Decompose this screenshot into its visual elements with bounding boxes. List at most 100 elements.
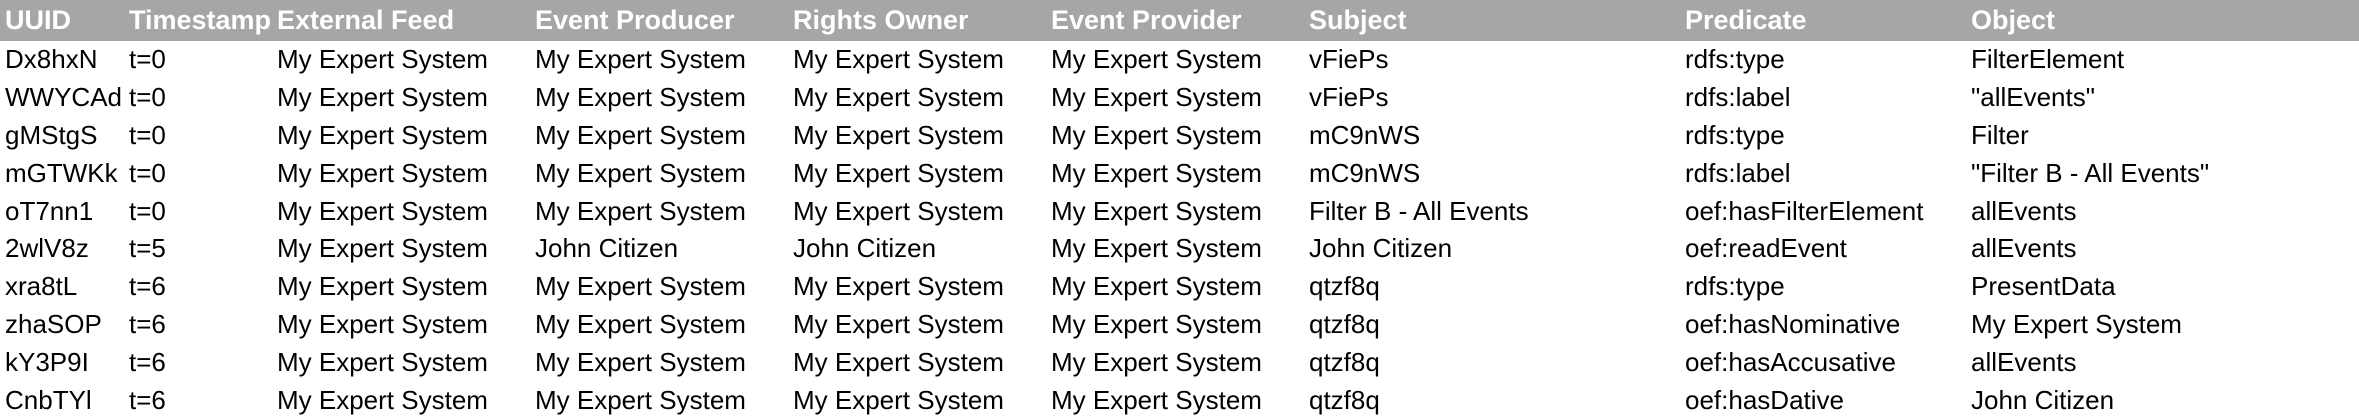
cell-timestamp[interactable]: t=6 xyxy=(124,381,272,419)
cell-object[interactable]: My Expert System xyxy=(1966,306,2359,344)
cell-predicate[interactable]: rdfs:type xyxy=(1680,268,1966,306)
cell-event-producer[interactable]: My Expert System xyxy=(530,306,788,344)
cell-timestamp[interactable]: t=6 xyxy=(124,268,272,306)
cell-uuid[interactable]: oT7nn1 xyxy=(0,192,124,230)
header-event-producer[interactable]: Event Producer xyxy=(530,0,788,41)
header-subject[interactable]: Subject xyxy=(1304,0,1680,41)
header-timestamp[interactable]: Timestamp xyxy=(124,0,272,41)
cell-predicate[interactable]: rdfs:type xyxy=(1680,41,1966,79)
table-row: 2wlV8z t=5 My Expert System John Citizen Joh… xyxy=(0,230,2359,268)
cell-subject[interactable]: qtzf8q xyxy=(1304,306,1680,344)
cell-event-producer[interactable]: John Citizen xyxy=(530,230,788,268)
cell-object[interactable]: Filter xyxy=(1966,117,2359,155)
header-rights-owner[interactable]: Rights Owner xyxy=(788,0,1046,41)
cell-event-producer[interactable]: My Expert System xyxy=(530,41,788,79)
header-external-feed[interactable]: External Feed xyxy=(272,0,530,41)
cell-event-provider[interactable]: My Expert System xyxy=(1046,41,1304,79)
cell-rights-owner[interactable]: My Expert System xyxy=(788,306,1046,344)
cell-object[interactable]: John Citizen xyxy=(1966,381,2359,419)
cell-event-provider[interactable]: My Expert System xyxy=(1046,306,1304,344)
header-event-provider[interactable]: Event Provider xyxy=(1046,0,1304,41)
cell-event-producer[interactable]: My Expert System xyxy=(530,268,788,306)
cell-uuid[interactable]: kY3P9I xyxy=(0,343,124,381)
cell-event-provider[interactable]: My Expert System xyxy=(1046,79,1304,117)
cell-object[interactable]: "Filter B - All Events" xyxy=(1966,154,2359,192)
cell-event-producer[interactable]: My Expert System xyxy=(530,154,788,192)
cell-external-feed[interactable]: My Expert System xyxy=(272,306,530,344)
cell-event-provider[interactable]: My Expert System xyxy=(1046,381,1304,419)
cell-external-feed[interactable]: My Expert System xyxy=(272,268,530,306)
cell-subject[interactable]: vFiePs xyxy=(1304,79,1680,117)
cell-uuid[interactable]: CnbTYl xyxy=(0,381,124,419)
cell-uuid[interactable]: mGTWKk xyxy=(0,154,124,192)
cell-event-producer[interactable]: My Expert System xyxy=(530,117,788,155)
cell-event-provider[interactable]: My Expert System xyxy=(1046,230,1304,268)
cell-timestamp[interactable]: t=6 xyxy=(124,343,272,381)
cell-object[interactable]: allEvents xyxy=(1966,192,2359,230)
cell-external-feed[interactable]: My Expert System xyxy=(272,343,530,381)
cell-timestamp[interactable]: t=5 xyxy=(124,230,272,268)
cell-predicate[interactable]: rdfs:label xyxy=(1680,79,1966,117)
cell-object[interactable]: "allEvents" xyxy=(1966,79,2359,117)
cell-subject[interactable]: qtzf8q xyxy=(1304,381,1680,419)
cell-timestamp[interactable]: t=6 xyxy=(124,306,272,344)
cell-rights-owner[interactable]: My Expert System xyxy=(788,41,1046,79)
cell-predicate[interactable]: rdfs:label xyxy=(1680,154,1966,192)
cell-rights-owner[interactable]: My Expert System xyxy=(788,268,1046,306)
cell-subject[interactable]: vFiePs xyxy=(1304,41,1680,79)
header-uuid[interactable]: UUID xyxy=(0,0,124,41)
cell-uuid[interactable]: 2wlV8z xyxy=(0,230,124,268)
cell-event-provider[interactable]: My Expert System xyxy=(1046,117,1304,155)
cell-rights-owner[interactable]: John Citizen xyxy=(788,230,1046,268)
cell-timestamp[interactable]: t=0 xyxy=(124,41,272,79)
cell-event-provider[interactable]: My Expert System xyxy=(1046,343,1304,381)
cell-subject[interactable]: qtzf8q xyxy=(1304,343,1680,381)
cell-predicate[interactable]: rdfs:type xyxy=(1680,117,1966,155)
cell-event-provider[interactable]: My Expert System xyxy=(1046,268,1304,306)
cell-event-provider[interactable]: My Expert System xyxy=(1046,192,1304,230)
cell-rights-owner[interactable]: My Expert System xyxy=(788,117,1046,155)
cell-external-feed[interactable]: My Expert System xyxy=(272,192,530,230)
header-predicate[interactable]: Predicate xyxy=(1680,0,1966,41)
cell-event-producer[interactable]: My Expert System xyxy=(530,381,788,419)
cell-object[interactable]: FilterElement xyxy=(1966,41,2359,79)
cell-uuid[interactable]: Dx8hxN xyxy=(0,41,124,79)
cell-event-producer[interactable]: My Expert System xyxy=(530,79,788,117)
cell-object[interactable]: allEvents xyxy=(1966,343,2359,381)
cell-external-feed[interactable]: My Expert System xyxy=(272,117,530,155)
cell-subject[interactable]: mC9nWS xyxy=(1304,154,1680,192)
cell-predicate[interactable]: oef:hasAccusative xyxy=(1680,343,1966,381)
cell-external-feed[interactable]: My Expert System xyxy=(272,381,530,419)
cell-uuid[interactable]: gMStgS xyxy=(0,117,124,155)
cell-timestamp[interactable]: t=0 xyxy=(124,154,272,192)
cell-rights-owner[interactable]: My Expert System xyxy=(788,192,1046,230)
cell-external-feed[interactable]: My Expert System xyxy=(272,230,530,268)
cell-uuid[interactable]: zhaSOP xyxy=(0,306,124,344)
header-object[interactable]: Object xyxy=(1966,0,2359,41)
cell-predicate[interactable]: oef:hasNominative xyxy=(1680,306,1966,344)
cell-rights-owner[interactable]: My Expert System xyxy=(788,343,1046,381)
cell-object[interactable]: PresentData xyxy=(1966,268,2359,306)
cell-subject[interactable]: Filter B - All Events xyxy=(1304,192,1680,230)
cell-event-producer[interactable]: My Expert System xyxy=(530,343,788,381)
cell-uuid[interactable]: xra8tL xyxy=(0,268,124,306)
cell-subject[interactable]: mC9nWS xyxy=(1304,117,1680,155)
cell-uuid[interactable]: WWYCAd xyxy=(0,79,124,117)
cell-rights-owner[interactable]: My Expert System xyxy=(788,79,1046,117)
cell-timestamp[interactable]: t=0 xyxy=(124,117,272,155)
cell-predicate[interactable]: oef:hasFilterElement xyxy=(1680,192,1966,230)
cell-rights-owner[interactable]: My Expert System xyxy=(788,154,1046,192)
cell-object[interactable]: allEvents xyxy=(1966,230,2359,268)
cell-timestamp[interactable]: t=0 xyxy=(124,79,272,117)
cell-event-producer[interactable]: My Expert System xyxy=(530,192,788,230)
cell-event-provider[interactable]: My Expert System xyxy=(1046,154,1304,192)
cell-predicate[interactable]: oef:readEvent xyxy=(1680,230,1966,268)
cell-subject[interactable]: John Citizen xyxy=(1304,230,1680,268)
cell-subject[interactable]: qtzf8q xyxy=(1304,268,1680,306)
cell-external-feed[interactable]: My Expert System xyxy=(272,79,530,117)
cell-timestamp[interactable]: t=0 xyxy=(124,192,272,230)
cell-rights-owner[interactable]: My Expert System xyxy=(788,381,1046,419)
cell-external-feed[interactable]: My Expert System xyxy=(272,154,530,192)
cell-external-feed[interactable]: My Expert System xyxy=(272,41,530,79)
cell-predicate[interactable]: oef:hasDative xyxy=(1680,381,1966,419)
